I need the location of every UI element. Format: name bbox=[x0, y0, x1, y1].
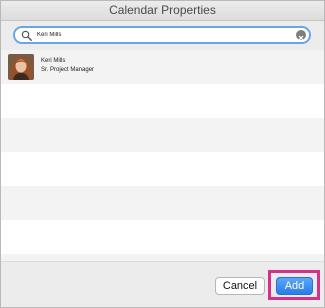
empty-row bbox=[1, 254, 324, 261]
contact-title: Sr. Project Manager bbox=[41, 67, 95, 73]
empty-row bbox=[1, 118, 324, 152]
search-input[interactable] bbox=[37, 28, 287, 42]
clear-icon[interactable] bbox=[296, 30, 306, 41]
search-bar bbox=[1, 21, 324, 50]
empty-row bbox=[1, 220, 324, 254]
empty-row bbox=[1, 152, 324, 186]
dialog-footer: Cancel Add bbox=[1, 261, 324, 307]
results-list: Keri Mills Sr. Project Manager bbox=[1, 50, 324, 261]
search-field[interactable] bbox=[13, 26, 311, 44]
cancel-button[interactable]: Cancel bbox=[215, 277, 265, 295]
contact-name: Keri Mills bbox=[41, 58, 66, 64]
add-button[interactable]: Add bbox=[276, 277, 313, 295]
empty-row bbox=[1, 186, 324, 220]
calendar-properties-dialog: Calendar Properties Keri Mills Keri Mill… bbox=[0, 0, 325, 308]
avatar bbox=[8, 54, 34, 80]
empty-row bbox=[1, 84, 324, 118]
list-item[interactable]: Keri Mills Sr. Project Manager bbox=[1, 50, 324, 84]
search-icon bbox=[21, 30, 32, 41]
window-title: Calendar Properties bbox=[1, 1, 324, 21]
